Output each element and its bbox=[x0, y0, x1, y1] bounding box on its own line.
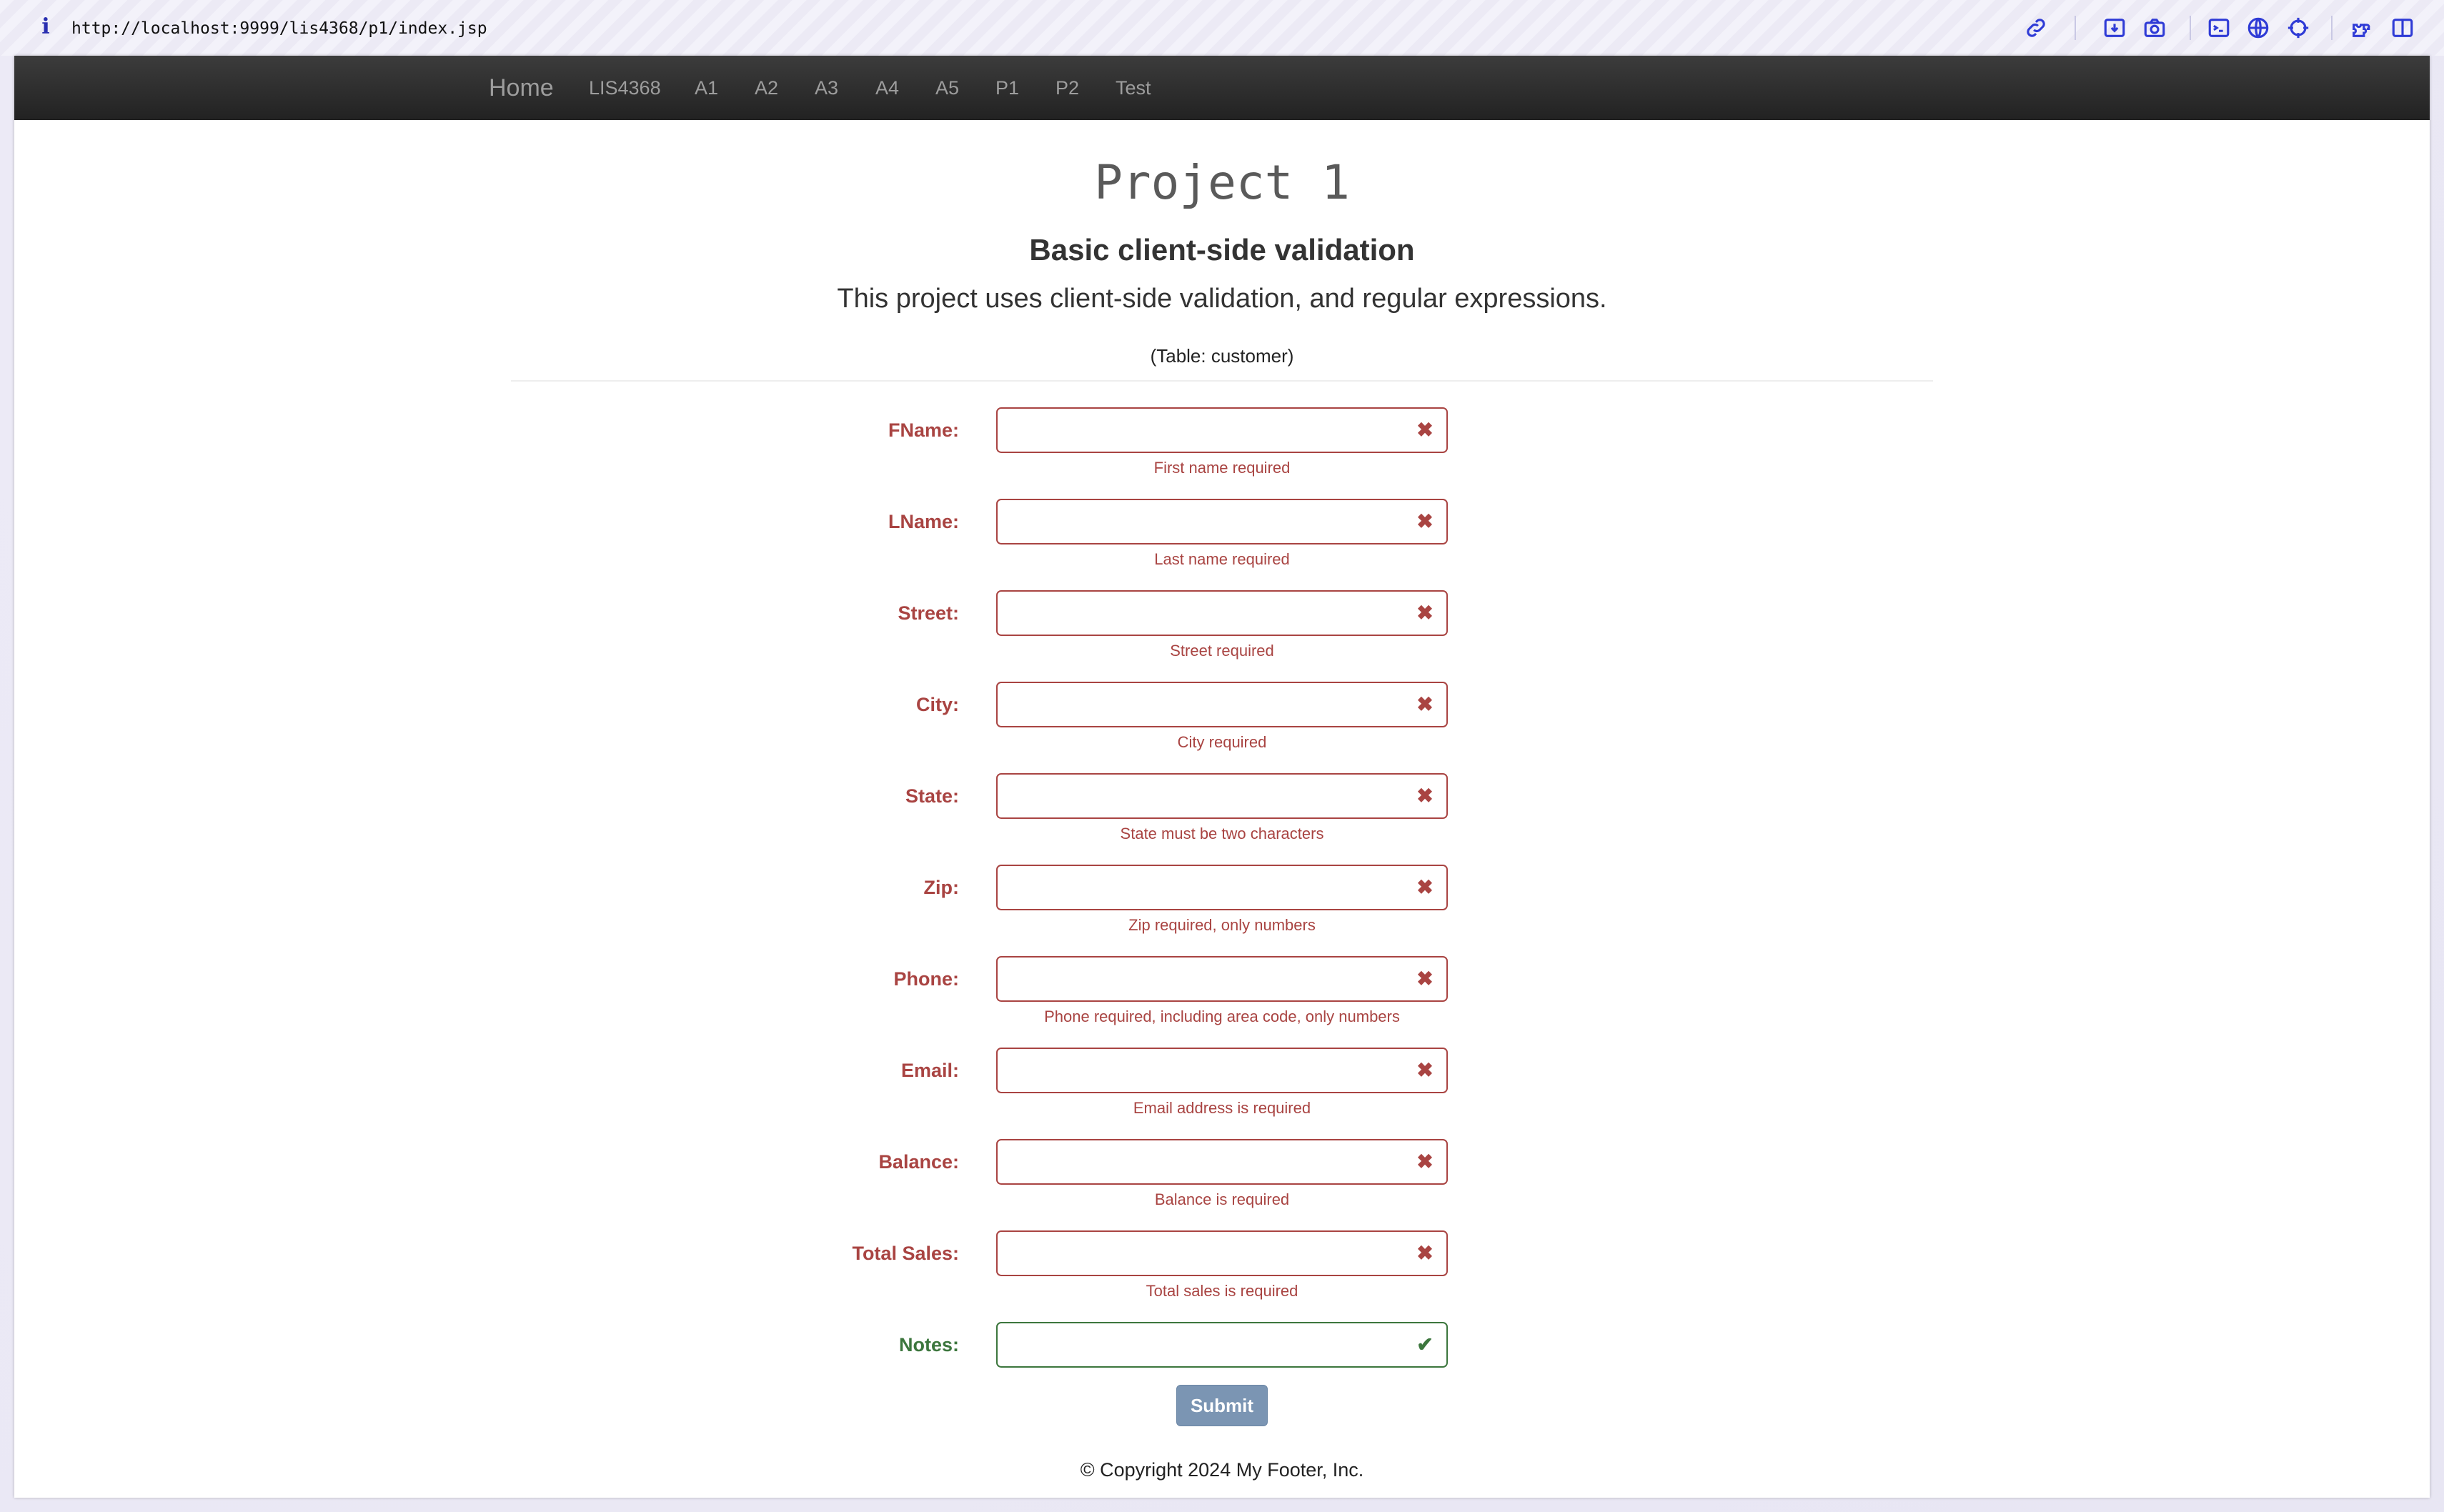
browser-address-bar: i http://localhost:9999/lis4368/p1/index… bbox=[0, 0, 2444, 56]
nav-item-test[interactable]: Test bbox=[1116, 56, 1151, 120]
form-row-city: City: ✖ City required bbox=[14, 682, 2430, 773]
city-input[interactable] bbox=[996, 682, 1448, 727]
balance-label: Balance: bbox=[878, 1151, 959, 1173]
phone-label: Phone: bbox=[893, 968, 960, 990]
error-x-icon: ✖ bbox=[1416, 1150, 1434, 1173]
phone-help: Phone required, including area code, onl… bbox=[1044, 1008, 1400, 1025]
crosshair-icon[interactable] bbox=[2285, 14, 2312, 41]
divider bbox=[511, 380, 1933, 382]
city-label: City: bbox=[916, 694, 959, 715]
info-icon[interactable]: i bbox=[36, 14, 56, 40]
form-row-fname: FName: ✖ First name required bbox=[14, 407, 2430, 499]
nav-item-p1[interactable]: P1 bbox=[995, 56, 1019, 120]
street-help: Street required bbox=[1170, 642, 1274, 660]
city-help: City required bbox=[1177, 733, 1267, 751]
email-label: Email: bbox=[900, 1060, 959, 1081]
toolbar-separator bbox=[2331, 16, 2333, 40]
street-label: Street: bbox=[898, 602, 959, 624]
form-row-notes: Notes: ✔ bbox=[14, 1322, 2430, 1372]
form-row-email: Email: ✖ Email address is required bbox=[14, 1048, 2430, 1139]
nav-item-a2[interactable]: A2 bbox=[755, 56, 778, 120]
extension-icon[interactable] bbox=[2348, 14, 2375, 41]
nav-item-a3[interactable]: A3 bbox=[815, 56, 838, 120]
nav-item-p2[interactable]: P2 bbox=[1055, 56, 1079, 120]
split-view-icon[interactable] bbox=[2389, 14, 2416, 41]
nav-brand-home[interactable]: Home bbox=[489, 56, 554, 120]
error-x-icon: ✖ bbox=[1416, 968, 1434, 990]
phone-input[interactable] bbox=[996, 956, 1448, 1002]
nav-item-a5[interactable]: A5 bbox=[935, 56, 959, 120]
zip-label: Zip: bbox=[923, 877, 959, 898]
total-sales-input[interactable] bbox=[996, 1230, 1448, 1276]
page-heading: Basic client-side validation bbox=[1029, 233, 1415, 267]
table-note: (Table: customer) bbox=[1150, 345, 1294, 367]
page-title: Project 1 bbox=[1094, 155, 1350, 210]
form-row-state: State: ✖ State must be two characters bbox=[14, 773, 2430, 865]
top-navbar: Home LIS4368 A1 A2 A3 A4 A5 P1 P2 Test bbox=[14, 56, 2430, 120]
submit-button[interactable]: Submit bbox=[1176, 1385, 1268, 1426]
form-row-balance: Balance: ✖ Balance is required bbox=[14, 1139, 2430, 1230]
fname-input[interactable] bbox=[996, 407, 1448, 453]
balance-input[interactable] bbox=[996, 1139, 1448, 1185]
state-input[interactable] bbox=[996, 773, 1448, 819]
total-sales-help: Total sales is required bbox=[1146, 1282, 1298, 1300]
link-icon[interactable] bbox=[2022, 14, 2050, 41]
state-label: State: bbox=[905, 785, 959, 807]
web-page: Home LIS4368 A1 A2 A3 A4 A5 P1 P2 Test P… bbox=[14, 56, 2430, 1498]
page-footer: © Copyright 2024 My Footer, Inc. bbox=[1080, 1459, 1364, 1481]
lname-input[interactable] bbox=[996, 499, 1448, 544]
email-help: Email address is required bbox=[1133, 1099, 1311, 1117]
toolbar-separator bbox=[2190, 16, 2191, 40]
email-input[interactable] bbox=[996, 1048, 1448, 1093]
error-x-icon: ✖ bbox=[1416, 419, 1434, 441]
error-x-icon: ✖ bbox=[1416, 876, 1434, 898]
form-row-phone: Phone: ✖ Phone required, including area … bbox=[14, 956, 2430, 1048]
form-row-lname: LName: ✖ Last name required bbox=[14, 499, 2430, 590]
success-check-icon: ✔ bbox=[1416, 1333, 1434, 1356]
fname-help: First name required bbox=[1153, 459, 1291, 477]
balance-help: Balance is required bbox=[1154, 1190, 1290, 1208]
error-x-icon: ✖ bbox=[1416, 785, 1434, 807]
error-x-icon: ✖ bbox=[1416, 693, 1434, 715]
globe-icon[interactable] bbox=[2245, 14, 2272, 41]
total-sales-label: Total Sales: bbox=[852, 1243, 959, 1264]
state-help: State must be two characters bbox=[1120, 825, 1324, 842]
camera-icon[interactable] bbox=[2141, 14, 2168, 41]
zip-input[interactable] bbox=[996, 865, 1448, 910]
form-row-zip: Zip: ✖ Zip required, only numbers bbox=[14, 865, 2430, 956]
page-lead: This project uses client-side validation… bbox=[837, 284, 1607, 314]
nav-item-a1[interactable]: A1 bbox=[695, 56, 718, 120]
error-x-icon: ✖ bbox=[1416, 602, 1434, 624]
error-x-icon: ✖ bbox=[1416, 510, 1434, 532]
toolbar-separator bbox=[2075, 16, 2076, 40]
lname-label: LName: bbox=[888, 511, 959, 532]
lname-help: Last name required bbox=[1154, 550, 1290, 568]
nav-item-a4[interactable]: A4 bbox=[875, 56, 899, 120]
notes-label: Notes: bbox=[898, 1334, 959, 1356]
notes-input[interactable] bbox=[996, 1322, 1448, 1368]
nav-item-lis4368[interactable]: LIS4368 bbox=[589, 56, 661, 120]
error-x-icon: ✖ bbox=[1416, 1059, 1434, 1081]
form-row-street: Street: ✖ Street required bbox=[14, 590, 2430, 682]
download-icon[interactable] bbox=[2101, 14, 2128, 41]
form-row-total-sales: Total Sales: ✖ Total sales is required bbox=[14, 1230, 2430, 1322]
street-input[interactable] bbox=[996, 590, 1448, 636]
terminal-icon[interactable] bbox=[2205, 14, 2232, 41]
url-field[interactable]: http://localhost:9999/lis4368/p1/index.j… bbox=[71, 16, 487, 41]
error-x-icon: ✖ bbox=[1416, 1242, 1434, 1264]
fname-label: FName: bbox=[888, 419, 959, 441]
zip-help: Zip required, only numbers bbox=[1128, 916, 1316, 934]
